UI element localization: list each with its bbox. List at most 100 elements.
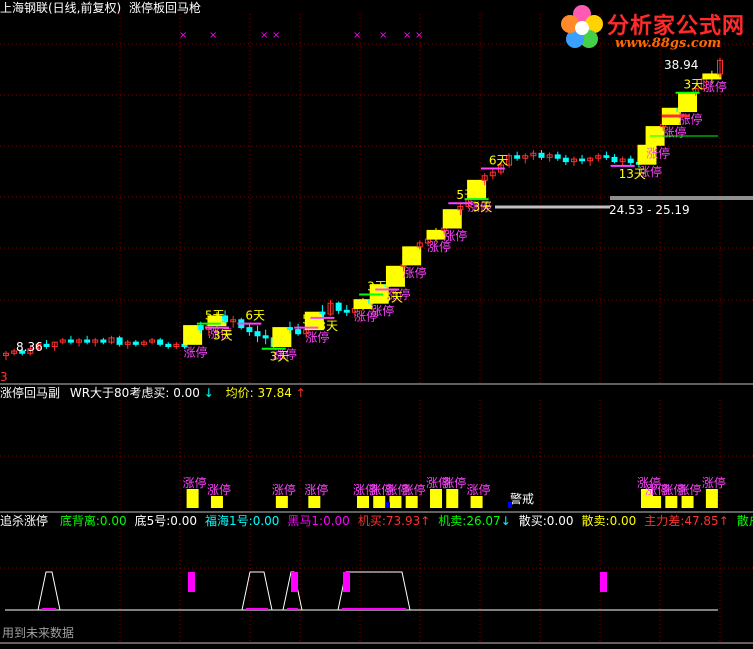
logo-url[interactable]: www.88gs.com: [615, 36, 721, 51]
candle-body: [554, 154, 561, 159]
wr-value: 0.00: [173, 386, 200, 400]
candle-body: [246, 327, 253, 333]
candle-body: [100, 339, 107, 343]
candle-body: [197, 325, 204, 331]
limit-up-bar: [705, 489, 718, 508]
candle-body: [562, 157, 569, 163]
candle-body: [603, 155, 610, 158]
candle-body: [165, 343, 172, 348]
candle-body: [132, 341, 139, 345]
limit-up-label: 涨停: [443, 228, 467, 243]
candle-body: [678, 92, 698, 113]
panel2-header: 涨停回马副 WR大于80考虑买: 0.00 ↓ 均价: 37.84 ↑: [0, 386, 306, 400]
limit-up-bar: [430, 489, 443, 508]
x-mark: ×: [353, 30, 361, 41]
limit-up-label: 涨停: [184, 344, 208, 359]
candle-body: [286, 327, 293, 331]
signal-wave: [37, 571, 61, 611]
limit-up-bar: [405, 496, 418, 508]
p3-arrow: ↑: [420, 514, 431, 528]
limit-up-bar: [470, 496, 483, 508]
panel1-header: 上海钢联(日线,前复权) 涨停板回马枪: [0, 1, 201, 15]
limit-up-bar-label: 涨停: [702, 475, 726, 490]
panel3-header: 追杀涨停 底背离:0.00 底5号:0.00 福海1号:0.00 黑马1:0.00 机买…: [0, 514, 753, 528]
limit-up-bar: [389, 496, 402, 508]
wr-label: WR大于80考虑买:: [69, 386, 170, 400]
candle-body: [272, 327, 292, 348]
signal-wave: [241, 571, 273, 611]
panel2-title[interactable]: 涨停回马副: [0, 386, 60, 400]
x-mark: ×: [379, 30, 387, 41]
limit-up-bar-label: 涨停: [467, 482, 491, 497]
p3-field: 主力差:47.85: [644, 514, 719, 528]
limit-up-bar: [665, 496, 678, 508]
p3-field: 底5号:0.00: [134, 514, 198, 528]
p3-arrow: ↓: [500, 514, 511, 528]
panel3-title[interactable]: 追杀涨停: [0, 514, 48, 528]
limit-up-bar: [275, 496, 288, 508]
day-count-label: 3天: [270, 350, 290, 364]
limit-up-label: 涨停: [370, 303, 394, 318]
candle-body: [627, 158, 634, 163]
limit-up-bar-label: 涨停: [442, 475, 466, 490]
candle-body: [343, 309, 350, 313]
bottom-marker: 3: [0, 370, 8, 384]
limit-up-bar-label: 涨停: [402, 482, 426, 497]
limit-up-bar: [446, 489, 459, 508]
day-count-label: 6天: [383, 291, 403, 305]
p3-field: 散户差: [736, 514, 753, 528]
x-mark: ×: [260, 30, 268, 41]
limit-up-bar: [210, 496, 223, 508]
candle-body: [335, 302, 342, 311]
signal-bar: [600, 572, 607, 592]
warning-label: 警戒: [510, 492, 535, 506]
site-logo: 分析家公式网 www.88gs.com: [555, 2, 753, 54]
blue-tick: [386, 502, 390, 508]
day-count-label: 3天: [318, 319, 338, 333]
p3-field: 散卖:0.00: [581, 514, 637, 528]
p3-arrow: ↑: [718, 514, 729, 528]
x-mark: ×: [209, 30, 217, 41]
limit-up-bar: [357, 496, 369, 508]
candle-body: [402, 246, 422, 266]
limit-up-label: 涨停: [662, 124, 686, 139]
p3-field: 底背离:0.00: [59, 514, 127, 528]
avg-value: 37.84: [257, 386, 292, 400]
day-count-label: 3天: [473, 200, 493, 214]
signal-bar: [343, 572, 350, 592]
p3-field: 机卖:26.07: [438, 514, 501, 528]
day-count-label: 3天: [213, 329, 233, 343]
day-count-label: 3天: [684, 78, 704, 92]
signal-bar: [188, 572, 195, 592]
chart-svg: 涨停涨停涨停涨停涨停涨停涨停涨停涨停涨停涨停涨停涨停涨停涨停涨停5天3天6天3天…: [0, 14, 753, 644]
p3-field: 黑马1:0.00: [287, 514, 350, 528]
p3-field: 散买:0.00: [518, 514, 574, 528]
p3-field: 福海1号:0.00: [205, 514, 280, 528]
candle-body: [157, 339, 164, 345]
flower-icon: [561, 5, 603, 48]
candle-body: [84, 339, 91, 343]
candle-body: [611, 156, 618, 163]
candle-body: [116, 337, 123, 345]
day-count-label: 6天: [489, 154, 509, 168]
limit-up-bar-label: 涨停: [207, 482, 231, 497]
candle-body: [295, 329, 302, 335]
candle-body: [514, 155, 521, 159]
limit-up-bar: [308, 496, 321, 508]
candle-body: [262, 335, 269, 339]
avg-arrow: ↑: [295, 386, 306, 400]
candle-body: [702, 73, 722, 80]
limit-up-label: 涨停: [403, 265, 427, 280]
indicator-name[interactable]: 涨停板回马枪: [129, 1, 201, 15]
day-count-label: 6天: [245, 309, 265, 323]
candle-body: [67, 339, 74, 343]
limit-up-bar: [681, 496, 694, 508]
limit-up-bar: [186, 489, 199, 508]
price-low-label: 8.36: [16, 340, 43, 354]
day-count-label: 5天: [205, 309, 225, 323]
chart-stage: 涨停 涨停 涨停 涨停 涨停 涨停 涨停 涨停 涨停 涨停 涨停 涨停 涨停 涨停 涨停 涨停 5天 3天 6天 3天…: [0, 0, 753, 645]
x-mark: ×: [415, 30, 423, 41]
signal-bar: [291, 572, 298, 592]
limit-up-bar: [373, 496, 386, 508]
candle-body: [43, 343, 50, 348]
